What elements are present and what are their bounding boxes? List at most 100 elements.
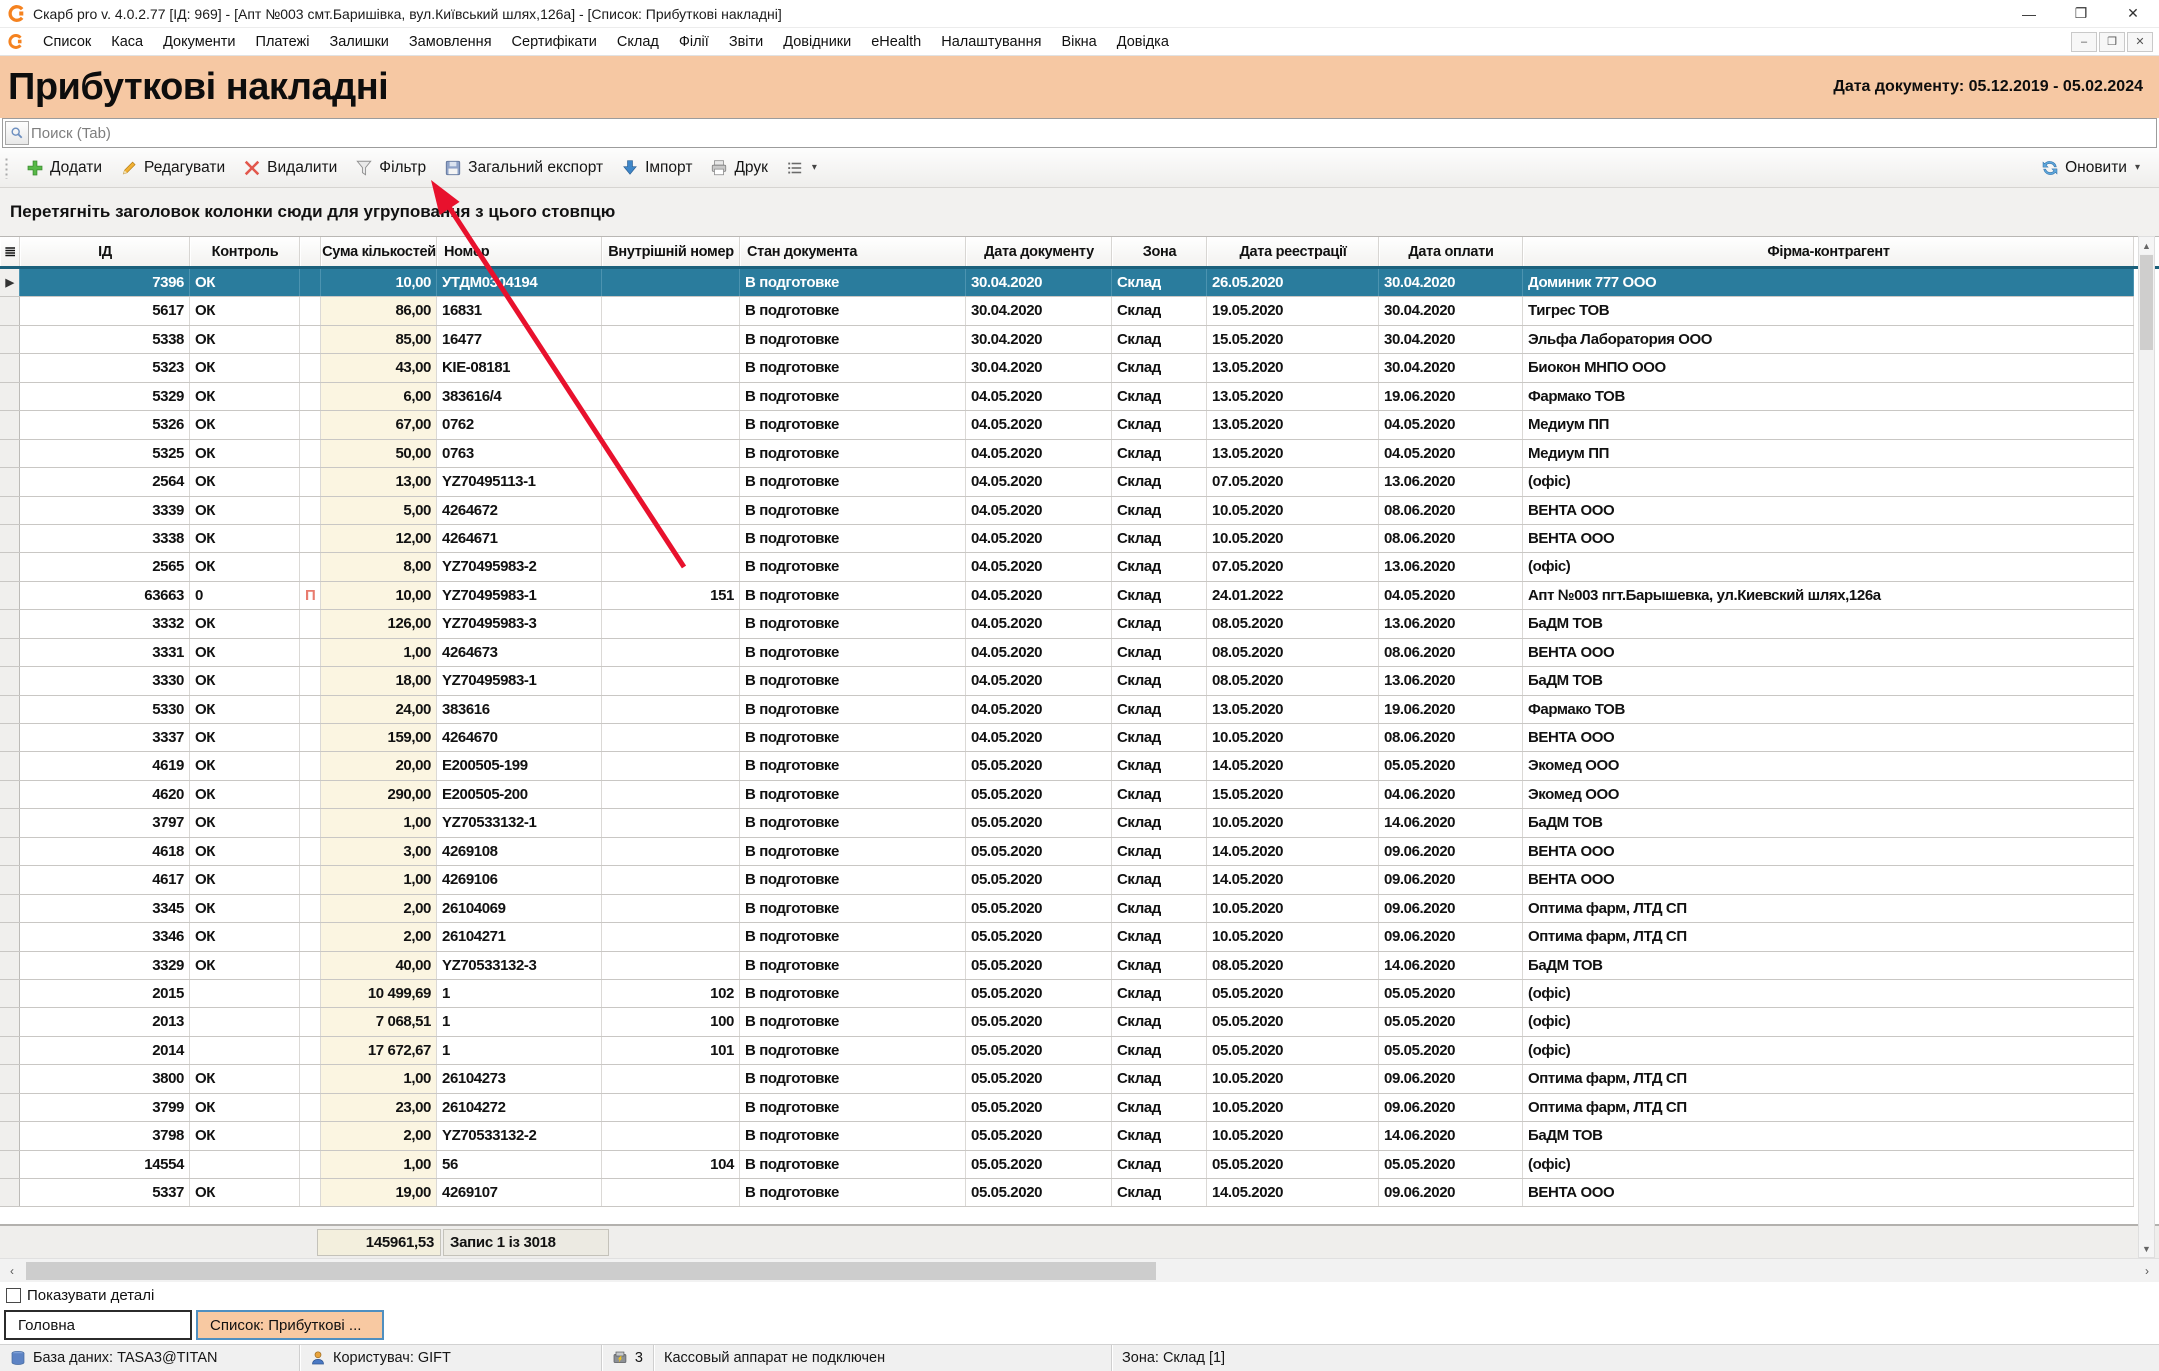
column-header-firm[interactable]: Фірма-контрагент <box>1523 237 2134 266</box>
menu-item-11[interactable]: eHealth <box>861 30 931 54</box>
scroll-left-icon[interactable]: ‹ <box>2 1261 22 1281</box>
table-row[interactable]: 4618ОК3,004269108В подготовке05.05.2020С… <box>0 838 2134 866</box>
column-header-docdate[interactable]: Дата документу <box>966 237 1112 266</box>
menu-item-14[interactable]: Довідка <box>1107 30 1179 54</box>
table-row[interactable]: 3800ОК1,0026104273В подготовке05.05.2020… <box>0 1065 2134 1093</box>
cell-p <box>300 1151 321 1178</box>
cell-state: В подготовке <box>740 1179 966 1206</box>
table-row[interactable]: 3329ОК40,00YZ70533132-3В подготовке05.05… <box>0 952 2134 980</box>
table-row[interactable]: 145541,0056104В подготовке05.05.2020Скла… <box>0 1151 2134 1179</box>
cell-regdate: 10.05.2020 <box>1207 525 1379 552</box>
search-input[interactable] <box>31 125 2156 142</box>
restore-icon[interactable]: ❐ <box>2055 0 2107 27</box>
table-row[interactable]: 636630П10,00YZ70495983-1151В подготовке0… <box>0 582 2134 610</box>
row-indicator <box>0 553 20 580</box>
column-header-sum[interactable]: Сума кількостей <box>321 237 437 266</box>
menu-item-8[interactable]: Філії <box>669 30 719 54</box>
edit-button[interactable]: Редагувати <box>111 154 234 182</box>
menu-item-1[interactable]: Каса <box>101 30 153 54</box>
tab-list-incoming-invoices[interactable]: Список: Прибуткові ... <box>196 1310 384 1340</box>
table-row[interactable]: 3330ОК18,00YZ70495983-1В подготовке04.05… <box>0 667 2134 695</box>
table-row[interactable]: 3338ОК12,004264671В подготовке04.05.2020… <box>0 525 2134 553</box>
table-row[interactable]: 5617ОК86,0016831В подготовке30.04.2020Ск… <box>0 297 2134 325</box>
refresh-button[interactable]: Оновити ▾ <box>2032 154 2149 182</box>
horizontal-scrollbar-thumb[interactable] <box>26 1262 1156 1280</box>
table-row[interactable]: 5337ОК19,004269107В подготовке05.05.2020… <box>0 1179 2134 1207</box>
cell-control: ОК <box>190 326 300 353</box>
show-details-checkbox[interactable] <box>6 1288 21 1303</box>
search-icon[interactable] <box>5 121 29 145</box>
mdi-close-icon[interactable]: ✕ <box>2127 32 2153 52</box>
menu-item-13[interactable]: Вікна <box>1051 30 1106 54</box>
table-row[interactable]: 3337ОК159,004264670В подготовке04.05.202… <box>0 724 2134 752</box>
table-row[interactable]: 5325ОК50,000763В подготовке04.05.2020Скл… <box>0 440 2134 468</box>
column-header-paydate[interactable]: Дата оплати <box>1379 237 1523 266</box>
table-row[interactable]: 201417 672,671101В подготовке05.05.2020С… <box>0 1037 2134 1065</box>
table-row[interactable]: 5330ОК24,00383616В подготовке04.05.2020С… <box>0 696 2134 724</box>
table-row[interactable]: 3797ОК1,00YZ70533132-1В подготовке05.05.… <box>0 809 2134 837</box>
cell-control: ОК <box>190 696 300 723</box>
tab-main[interactable]: Головна <box>4 1310 192 1340</box>
filter-button[interactable]: Фільтр <box>346 154 435 182</box>
table-row[interactable]: 3331ОК1,004264673В подготовке04.05.2020С… <box>0 639 2134 667</box>
print-button[interactable]: Друк <box>701 154 776 182</box>
menu-item-4[interactable]: Залишки <box>319 30 398 54</box>
table-row[interactable]: 5329ОК6,00383616/4В подготовке04.05.2020… <box>0 383 2134 411</box>
mdi-minimize-icon[interactable]: – <box>2071 32 2097 52</box>
column-header-id[interactable]: ІД <box>20 237 190 266</box>
column-header-control[interactable]: Контроль <box>190 237 300 266</box>
menu-item-12[interactable]: Налаштування <box>931 30 1051 54</box>
menu-item-6[interactable]: Сертифікати <box>502 30 607 54</box>
delete-button[interactable]: Видалити <box>234 154 346 182</box>
export-button[interactable]: Загальний експорт <box>435 154 612 182</box>
column-header-state[interactable]: Стан документа <box>740 237 966 266</box>
column-header-p[interactable] <box>300 237 321 266</box>
column-header-number[interactable]: Номер <box>437 237 602 266</box>
table-row[interactable]: 5326ОК67,000762В подготовке04.05.2020Скл… <box>0 411 2134 439</box>
menu-item-0[interactable]: Список <box>33 30 101 54</box>
view-options-button[interactable]: ▾ <box>777 154 826 182</box>
filter-button-label: Фільтр <box>379 159 426 177</box>
column-header-regdate[interactable]: Дата реестрації <box>1207 237 1379 266</box>
grid-corner-icon[interactable]: ≣ <box>0 237 20 266</box>
toolbar-grip[interactable] <box>4 157 9 179</box>
close-icon[interactable]: ✕ <box>2107 0 2159 27</box>
vertical-scrollbar-thumb[interactable] <box>2140 255 2153 350</box>
table-row[interactable]: 2565ОК8,00YZ70495983-2В подготовке04.05.… <box>0 553 2134 581</box>
minimize-icon[interactable]: — <box>2003 0 2055 27</box>
table-row[interactable]: 3345ОК2,0026104069В подготовке05.05.2020… <box>0 895 2134 923</box>
table-row[interactable]: 3339ОК5,004264672В подготовке04.05.2020С… <box>0 497 2134 525</box>
scroll-right-icon[interactable]: › <box>2137 1261 2157 1281</box>
cell-number: 4269107 <box>437 1179 602 1206</box>
cell-regdate: 08.05.2020 <box>1207 610 1379 637</box>
table-row[interactable]: 2564ОК13,00YZ70495113-1В подготовке04.05… <box>0 468 2134 496</box>
menu-item-5[interactable]: Замовлення <box>399 30 502 54</box>
import-button[interactable]: Імпорт <box>612 154 701 182</box>
menu-item-2[interactable]: Документи <box>153 30 245 54</box>
table-row[interactable]: ▶7396ОК10,00УТДМ0304194В подготовке30.04… <box>0 269 2134 297</box>
table-row[interactable]: 4619ОК20,00E200505-199В подготовке05.05.… <box>0 752 2134 780</box>
column-header-internal[interactable]: Внутрішній номер <box>602 237 740 266</box>
table-row[interactable]: 20137 068,511100В подготовке05.05.2020Ск… <box>0 1008 2134 1036</box>
table-row[interactable]: 5323ОК43,00KIE-08181В подготовке30.04.20… <box>0 354 2134 382</box>
table-row[interactable]: 201510 499,691102В подготовке05.05.2020С… <box>0 980 2134 1008</box>
table-row[interactable]: 4620ОК290,00E200505-200В подготовке05.05… <box>0 781 2134 809</box>
menu-item-7[interactable]: Склад <box>607 30 669 54</box>
scroll-up-icon[interactable]: ▲ <box>2139 237 2154 254</box>
group-by-panel[interactable]: Перетягніть заголовок колонки сюди для у… <box>0 188 2159 236</box>
table-row[interactable]: 3346ОК2,0026104271В подготовке05.05.2020… <box>0 923 2134 951</box>
mdi-restore-icon[interactable]: ❐ <box>2099 32 2125 52</box>
horizontal-scrollbar[interactable]: ‹ › <box>0 1258 2159 1282</box>
table-row[interactable]: 4617ОК1,004269106В подготовке05.05.2020С… <box>0 866 2134 894</box>
table-row[interactable]: 3799ОК23,0026104272В подготовке05.05.202… <box>0 1094 2134 1122</box>
menu-item-9[interactable]: Звіти <box>719 30 773 54</box>
add-button[interactable]: Додати <box>17 154 111 182</box>
menu-item-3[interactable]: Платежі <box>246 30 320 54</box>
menu-item-10[interactable]: Довідники <box>773 30 861 54</box>
table-row[interactable]: 5338ОК85,0016477В подготовке30.04.2020Ск… <box>0 326 2134 354</box>
table-row[interactable]: 3798ОК2,00YZ70533132-2В подготовке05.05.… <box>0 1122 2134 1150</box>
column-header-zone[interactable]: Зона <box>1112 237 1207 266</box>
table-row[interactable]: 3332ОК126,00YZ70495983-3В подготовке04.0… <box>0 610 2134 638</box>
vertical-scrollbar[interactable]: ▲ ▼ <box>2138 236 2155 1258</box>
scroll-down-icon[interactable]: ▼ <box>2139 1240 2154 1257</box>
